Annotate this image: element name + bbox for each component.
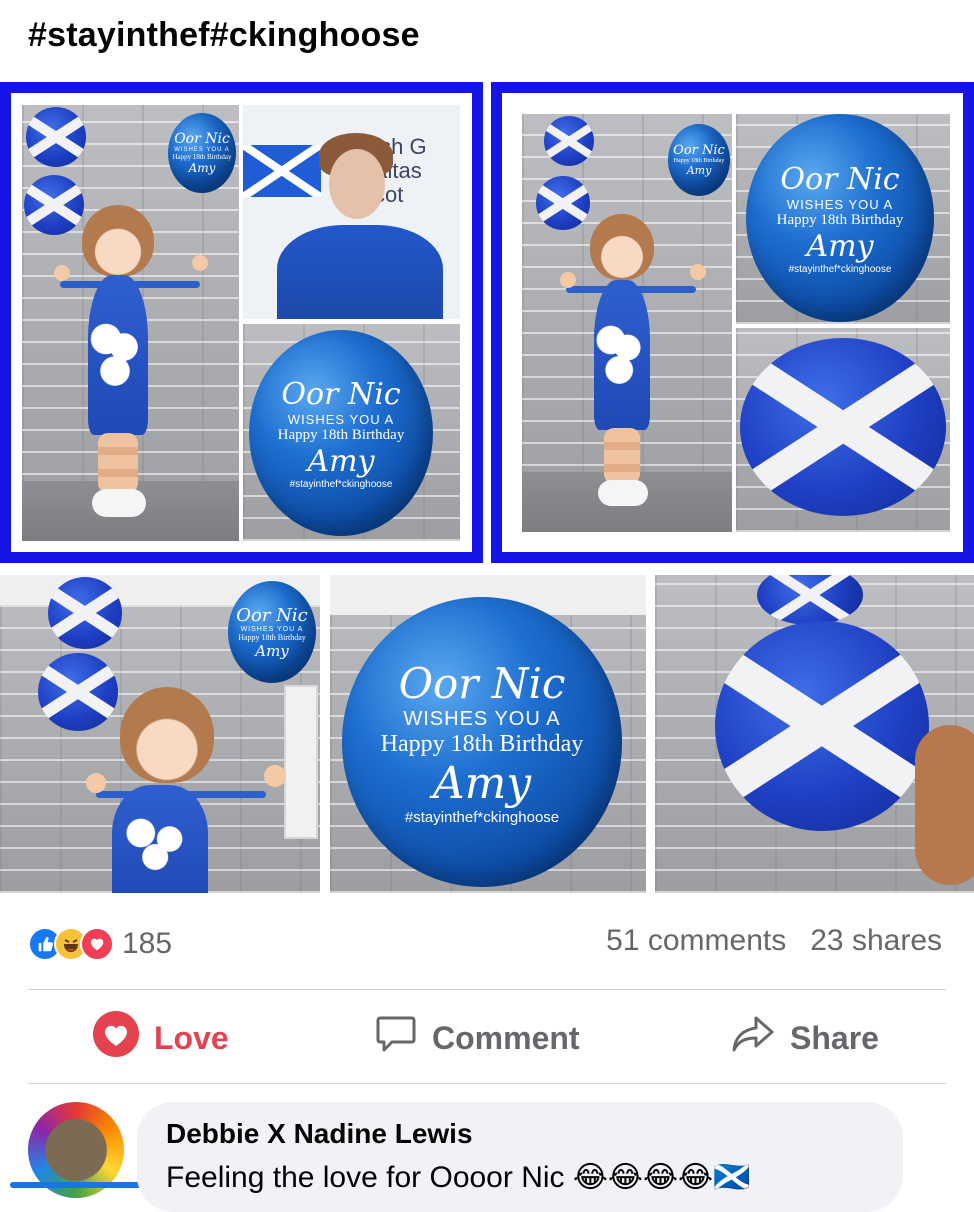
comment-author[interactable]: Debbie X Nadine Lewis: [166, 1118, 473, 1150]
share-label: Share: [790, 1019, 879, 1056]
comment-button[interactable]: Comment: [374, 1003, 580, 1073]
comments-count[interactable]: 51 comments: [606, 924, 786, 958]
photo-2-framed-collage[interactable]: Oor Nic Happy 18th Birthday Amy Oor Nic …: [491, 82, 974, 563]
love-label: Love: [154, 1019, 229, 1056]
comment-text: Feeling the love for Oooor Nic 😂😂😂😂🏴󠁧󠁢󠁳󠁣…: [166, 1161, 751, 1194]
comment-label: Comment: [432, 1019, 580, 1056]
love-icon: [92, 1010, 140, 1066]
love-button[interactable]: Love: [92, 1003, 229, 1073]
photo-3-balloon-column[interactable]: Oor Nic WISHES YOU A Happy 18th Birthday…: [0, 575, 320, 893]
post-text: #stayinthef#ckinghoose: [28, 16, 420, 54]
divider-bottom: [28, 1083, 946, 1084]
share-button[interactable]: Share: [730, 1003, 879, 1073]
comment-icon: [374, 1012, 418, 1064]
action-row: Love Comment Share: [0, 1003, 974, 1073]
divider-top: [28, 989, 946, 990]
reaction-count[interactable]: 185: [122, 927, 172, 961]
photo-1-framed-collage[interactable]: Oor Nic WISHES YOU A Happy 18th Birthday…: [0, 82, 483, 563]
photo-4-orb-balloon[interactable]: Oor Nic WISHES YOU A Happy 18th Birthday…: [330, 575, 646, 893]
shares-count[interactable]: 23 shares: [810, 924, 942, 958]
comment-bubble[interactable]: Debbie X Nadine Lewis Feeling the love f…: [137, 1102, 903, 1212]
love-icon: [80, 927, 114, 961]
photo-5-saltire-balloon[interactable]: [655, 575, 974, 893]
share-icon: [730, 1012, 776, 1064]
reactions-summary[interactable]: 185: [28, 924, 172, 964]
avatar-underline: [10, 1182, 154, 1188]
